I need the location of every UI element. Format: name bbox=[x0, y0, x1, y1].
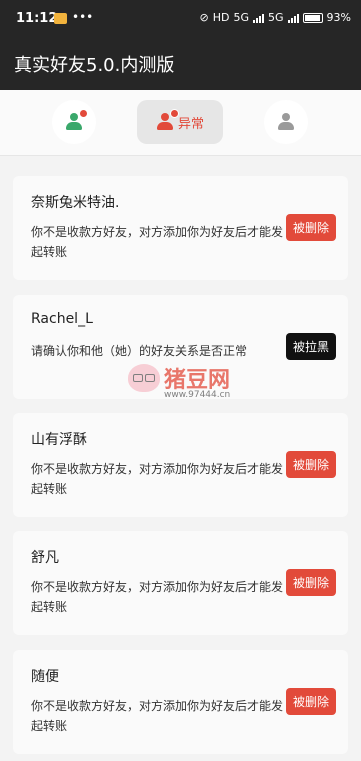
friend-status-message: 你不是收款方好友，对方添加你为好友后才能发起转账 bbox=[31, 225, 284, 259]
user-warning-icon bbox=[156, 109, 179, 131]
friend-status-message: 你不是收款方好友，对方添加你为好友后才能发起转账 bbox=[31, 580, 284, 614]
friend-name: 山有浮酥 bbox=[31, 432, 87, 448]
tab-all-friends[interactable] bbox=[264, 100, 308, 144]
deleted-button[interactable]: 被删除 bbox=[285, 569, 336, 596]
notification-icon bbox=[54, 13, 67, 24]
friend-name: Rachel_L bbox=[31, 311, 93, 327]
tab-abnormal-label: 异常 bbox=[177, 116, 204, 132]
friend-name: 随便 bbox=[31, 669, 59, 685]
list-item: 舒凡 你不是收款方好友，对方添加你为好友后才能发起转账 被删除 bbox=[13, 531, 348, 635]
status-indicators: ⊘ HD 5G 5G 93% bbox=[200, 11, 351, 24]
battery-icon bbox=[302, 12, 323, 23]
mute-icon: ⊘ bbox=[199, 11, 209, 24]
deleted-button[interactable]: 被删除 bbox=[285, 214, 336, 241]
list-item: 奈斯兔米特油. 你不是收款方好友，对方添加你为好友后才能发起转账 被删除 bbox=[13, 176, 348, 280]
pig-logo-icon bbox=[128, 364, 160, 392]
status-time: 11:12 bbox=[16, 11, 58, 26]
signal-2-icon bbox=[287, 13, 299, 23]
tab-abnormal[interactable]: 异常 bbox=[137, 100, 223, 144]
tab-normal-friends[interactable] bbox=[52, 100, 96, 144]
hd-icon: HD bbox=[212, 11, 230, 24]
status-bar: 11:12 ••• ⊘ HD 5G 5G 93% bbox=[0, 0, 361, 38]
list-item: 随便 你不是收款方好友，对方添加你为好友后才能发起转账 被删除 bbox=[13, 650, 348, 754]
page-title: 真实好友5.0.内测版 bbox=[14, 55, 175, 76]
battery-percent: 93% bbox=[326, 11, 351, 24]
more-notifications-icon: ••• bbox=[72, 10, 94, 24]
signal-2-label: 5G bbox=[268, 11, 284, 24]
list-item: 山有浮酥 你不是收款方好友，对方添加你为好友后才能发起转账 被删除 bbox=[13, 413, 348, 517]
friend-name: 奈斯兔米特油. bbox=[31, 195, 120, 211]
user-check-icon bbox=[65, 109, 88, 131]
friend-status-message: 请确认你和他（她）的好友关系是否正常 bbox=[31, 344, 248, 358]
tab-bar: 异常 bbox=[0, 90, 361, 156]
friend-status-message: 你不是收款方好友，对方添加你为好友后才能发起转账 bbox=[31, 462, 284, 496]
watermark: 猪豆网 www.97444.cn bbox=[128, 360, 258, 404]
friend-list[interactable]: 奈斯兔米特油. 你不是收款方好友，对方添加你为好友后才能发起转账 被删除 Rac… bbox=[0, 157, 361, 761]
deleted-button[interactable]: 被删除 bbox=[285, 451, 336, 478]
friend-status-message: 你不是收款方好友，对方添加你为好友后才能发起转账 bbox=[31, 699, 284, 733]
watermark-url: www.97444.cn bbox=[164, 390, 231, 400]
deleted-button[interactable]: 被删除 bbox=[285, 688, 336, 715]
blocked-button[interactable]: 被拉黑 bbox=[285, 333, 336, 360]
friend-name: 舒凡 bbox=[31, 550, 59, 566]
signal-1-label: 5G bbox=[233, 11, 250, 24]
signal-1-icon bbox=[253, 13, 265, 23]
user-icon bbox=[277, 113, 295, 131]
app-bar: 真实好友5.0.内测版 bbox=[0, 38, 361, 90]
